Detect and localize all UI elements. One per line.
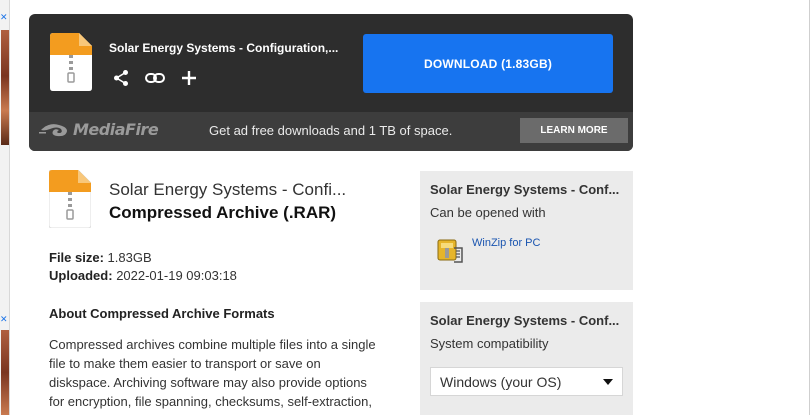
promo-bar: MediaFire Get ad free downloads and 1 TB… (29, 112, 633, 151)
mediafire-flame-icon (39, 123, 67, 136)
ad-image[interactable] (1, 30, 9, 145)
archive-file-icon (50, 33, 92, 91)
left-ad-strip[interactable]: ✕ ✕ (0, 0, 10, 415)
about-text: Compressed archives combine multiple fil… (49, 337, 376, 415)
chevron-down-icon (603, 379, 613, 385)
mediafire-logo[interactable]: MediaFire (39, 120, 159, 139)
archive-file-icon (49, 170, 91, 228)
compatibility-box: Solar Energy Systems - Conf... System co… (420, 302, 633, 415)
file-type: Compressed Archive (.RAR) (109, 203, 337, 222)
plus-icon[interactable] (179, 68, 199, 88)
compatibility-subtitle: System compatibility (430, 336, 549, 351)
open-with-subtitle: Can be opened with (430, 205, 546, 220)
compatibility-title: Solar Energy Systems - Conf... (430, 313, 620, 328)
file-name: Solar Energy Systems - Confi... (109, 180, 347, 199)
winzip-label: WinZip for PC (472, 237, 541, 249)
ad-image[interactable] (1, 330, 9, 415)
os-select-value: Windows (your OS) (440, 373, 562, 390)
download-panel-header: Solar Energy Systems - Configuration,...… (29, 14, 633, 112)
file-title: Solar Energy Systems - Configuration,... (109, 41, 339, 55)
file-actions (111, 68, 199, 88)
winzip-link[interactable]: WinZip for PC (436, 234, 540, 264)
file-size-value: 1.83GB (107, 250, 152, 265)
share-icon[interactable] (111, 68, 131, 88)
link-icon[interactable] (145, 68, 165, 88)
file-meta: File size: 1.83GB Uploaded: 2022-01-19 0… (49, 249, 237, 285)
open-with-box: Solar Energy Systems - Conf... Can be op… (420, 171, 633, 290)
ad-choices-icon[interactable]: ✕ (0, 316, 8, 325)
promo-text: Get ad free downloads and 1 TB of space. (209, 123, 453, 138)
os-select[interactable]: Windows (your OS) (430, 367, 623, 396)
open-with-title: Solar Energy Systems - Conf... (430, 182, 620, 197)
download-button[interactable]: DOWNLOAD (1.83GB) (363, 34, 613, 93)
ad-choices-icon[interactable]: ✕ (0, 14, 8, 23)
uploaded-value: 2022-01-19 09:03:18 (116, 268, 237, 283)
file-size-label: File size: (49, 250, 104, 265)
about-heading: About Compressed Archive Formats (49, 306, 275, 321)
brand-name: MediaFire (73, 120, 159, 139)
learn-more-button[interactable]: LEARN MORE (520, 118, 628, 143)
uploaded-label: Uploaded: (49, 268, 113, 283)
winzip-icon (437, 239, 463, 263)
download-panel: Solar Energy Systems - Configuration,...… (29, 14, 633, 151)
